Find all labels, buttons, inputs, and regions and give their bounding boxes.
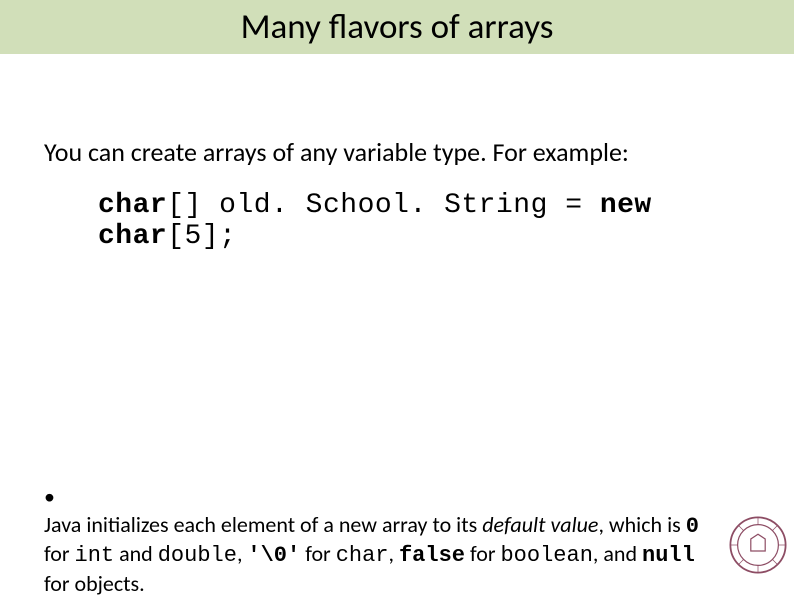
institution-seal-icon bbox=[728, 515, 788, 575]
bullet-lead: Java initializes each element of a new a… bbox=[44, 511, 482, 538]
code-tail: [5]; bbox=[167, 221, 236, 252]
bullet-for-int: for bbox=[44, 540, 75, 567]
boolean-keyword: boolean bbox=[500, 543, 592, 568]
intro-paragraph: You can create arrays of any variable ty… bbox=[44, 136, 629, 168]
bullet-and: and bbox=[114, 540, 158, 567]
code-keyword-char: char bbox=[98, 190, 167, 221]
char-keyword: char bbox=[336, 543, 389, 568]
double-keyword: double bbox=[158, 543, 237, 568]
null-keyword: null bbox=[642, 543, 695, 568]
bullet-comma1: , bbox=[237, 540, 247, 567]
zero-literal: 0 bbox=[686, 514, 699, 539]
bullet-for-bool: for bbox=[465, 540, 500, 567]
bullet-marker: • bbox=[44, 483, 60, 511]
code-example: char[] old. School. String = new char[5]… bbox=[98, 190, 794, 252]
bullet-comma2: , bbox=[389, 540, 399, 567]
default-value-em: default value bbox=[482, 511, 598, 538]
bullet-note: • Java initializes each element of a new… bbox=[44, 483, 734, 597]
slide-title: Many flavors of arrays bbox=[241, 6, 554, 48]
slide-title-bar: Many flavors of arrays bbox=[0, 0, 794, 54]
bullet-body: Java initializes each element of a new a… bbox=[44, 511, 714, 597]
false-keyword: false bbox=[399, 543, 465, 568]
int-keyword: int bbox=[75, 543, 115, 568]
nullchar-literal: '\0' bbox=[247, 543, 300, 568]
bullet-after-default: , which is bbox=[598, 511, 685, 538]
bullet-for-obj: for objects. bbox=[44, 570, 145, 597]
code-brackets: [] bbox=[167, 190, 219, 221]
bullet-and-null: , and bbox=[593, 540, 642, 567]
code-identifier: old. School. String = bbox=[219, 190, 600, 221]
bullet-for-char: for bbox=[300, 540, 335, 567]
